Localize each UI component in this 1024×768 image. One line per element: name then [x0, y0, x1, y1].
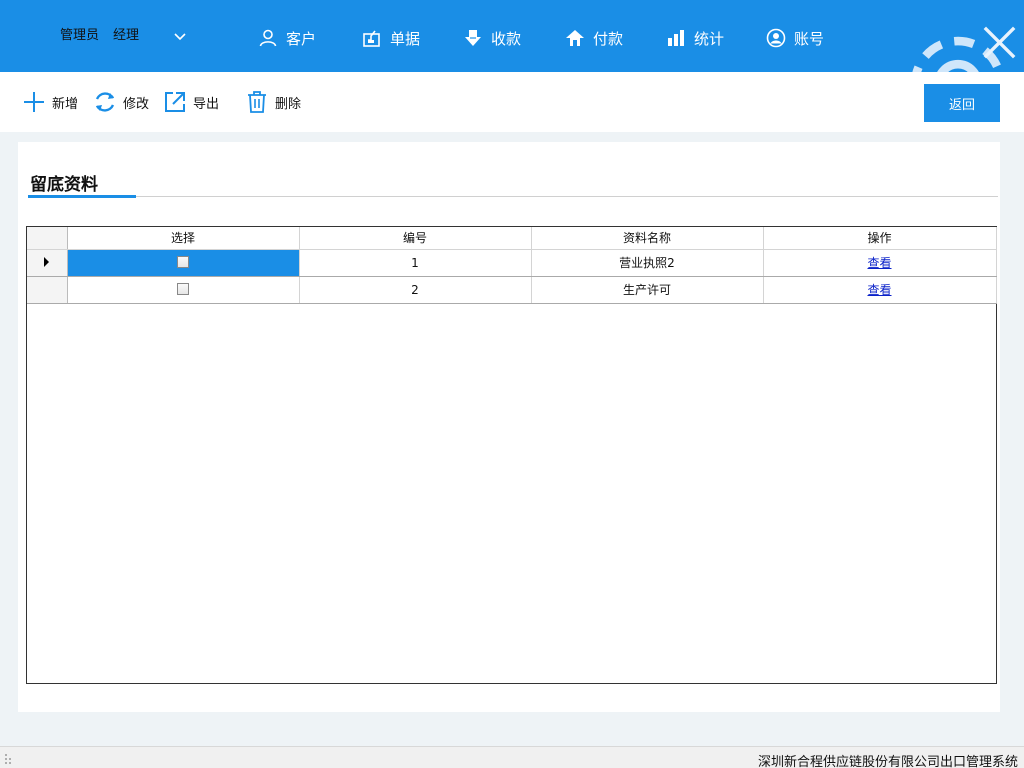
nav-label: 统计: [694, 29, 725, 48]
nav-item-payments[interactable]: 付款: [565, 24, 666, 52]
row-header[interactable]: [27, 276, 68, 304]
select-cell[interactable]: [67, 249, 300, 277]
user-role: 管理员: [60, 28, 100, 43]
content-panel: 留底资料 选择 编号 资料名称 操作 1 营业执照2 查看 2 生产许可 查看: [18, 142, 1000, 712]
edit-label: 修改: [123, 96, 150, 112]
nav-label: 账号: [794, 29, 825, 48]
column-header-action[interactable]: 操作: [763, 227, 997, 250]
delete-label: 删除: [275, 96, 302, 112]
nav-label: 单据: [390, 29, 421, 48]
data-table: 选择 编号 资料名称 操作 1 营业执照2 查看 2 生产许可 查看: [27, 227, 997, 304]
export-label: 导出: [193, 96, 220, 112]
export-button[interactable]: 导出: [163, 90, 219, 114]
select-cell[interactable]: [67, 276, 300, 304]
nav-label: 付款: [593, 29, 624, 48]
edit-button[interactable]: 修改: [93, 90, 149, 114]
table-row[interactable]: 1 营业执照2 查看: [27, 249, 997, 277]
top-bar: 管理员 经理 客户 单据 收款 付款 统计 账号: [0, 0, 1024, 132]
delete-button[interactable]: 删除: [245, 90, 301, 114]
action-cell: 查看: [763, 276, 997, 304]
status-bar: 深圳新合程供应链股份有限公司出口管理系统: [0, 746, 1024, 768]
user-title: 经理: [113, 28, 140, 43]
column-header-select[interactable]: 选择: [67, 227, 300, 250]
grip-icon[interactable]: [4, 753, 12, 765]
export-icon: [165, 92, 185, 112]
header-row: 选择 编号 资料名称 操作: [27, 227, 997, 250]
nav-item-receipts[interactable]: 收款: [463, 24, 565, 52]
nav-item-statistics[interactable]: 统计: [666, 24, 766, 52]
status-text: 深圳新合程供应链股份有限公司出口管理系统: [757, 755, 1018, 768]
account-icon: [766, 28, 786, 48]
row-header[interactable]: [27, 249, 68, 277]
plus-icon: [24, 92, 44, 112]
main-nav: 客户 单据 收款 付款 统计 账号: [258, 24, 856, 52]
view-link[interactable]: 查看: [867, 283, 891, 297]
chevron-down-icon[interactable]: [172, 28, 188, 44]
current-row-arrow-icon: [44, 256, 50, 267]
nav-label: 收款: [491, 29, 522, 48]
title-divider: [28, 196, 998, 197]
nav-label: 客户: [286, 29, 317, 48]
add-label: 新增: [52, 96, 79, 112]
back-button[interactable]: 返回: [924, 84, 1000, 122]
id-cell: 1: [299, 249, 532, 277]
download-icon: [465, 30, 481, 46]
user-icon: [259, 29, 277, 47]
data-grid[interactable]: 选择 编号 资料名称 操作 1 营业执照2 查看 2 生产许可 查看: [26, 226, 997, 684]
page-title: 留底资料: [30, 175, 98, 195]
view-link[interactable]: 查看: [867, 256, 891, 270]
nav-item-account[interactable]: 账号: [766, 24, 856, 52]
close-icon[interactable]: [975, 18, 1024, 67]
action-cell: 查看: [763, 249, 997, 277]
upload-icon: [566, 30, 584, 46]
row-checkbox[interactable]: [177, 282, 189, 295]
id-cell: 2: [299, 276, 532, 304]
document-icon: [363, 30, 380, 47]
nav-item-customer[interactable]: 客户: [258, 24, 362, 52]
add-button[interactable]: 新增: [22, 90, 78, 114]
user-info: 管理员 经理: [60, 24, 139, 43]
title-accent: [28, 195, 136, 198]
column-header-id[interactable]: 编号: [299, 227, 532, 250]
name-cell: 营业执照2: [531, 249, 764, 277]
refresh-icon: [95, 92, 115, 112]
column-header-name[interactable]: 资料名称: [531, 227, 764, 250]
table-row[interactable]: 2 生产许可 查看: [27, 276, 997, 304]
bar-chart-icon: [668, 30, 684, 46]
row-header-corner: [27, 227, 68, 250]
toolbar: 新增 修改 导出 删除 返回: [0, 72, 1024, 132]
nav-item-documents[interactable]: 单据: [362, 24, 463, 52]
name-cell: 生产许可: [531, 276, 764, 304]
trash-icon: [248, 91, 266, 113]
row-checkbox[interactable]: [177, 255, 189, 268]
